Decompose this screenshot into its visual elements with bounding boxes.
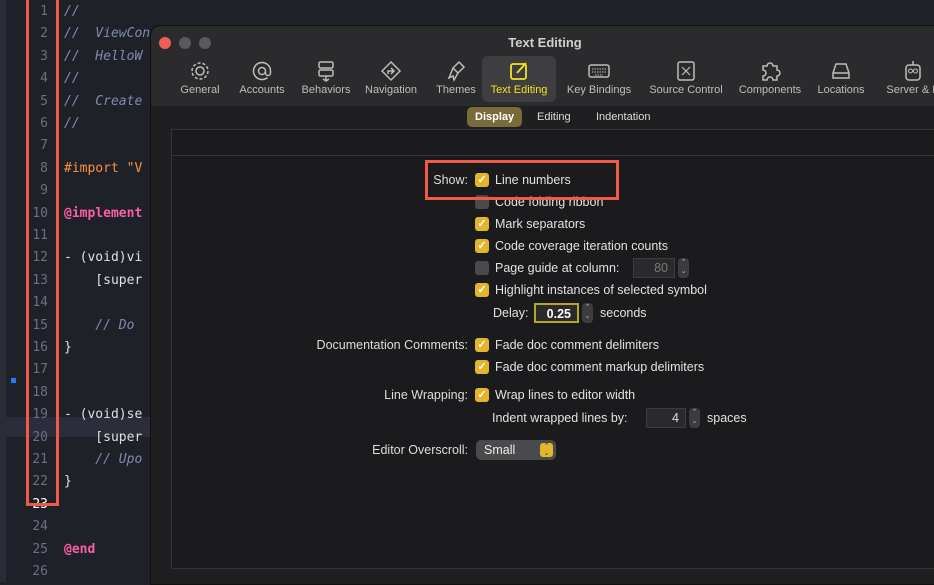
code-line: } [64,474,72,490]
wrap-checkbox[interactable]: ✓ [475,388,489,402]
fade-delims-label: Fade doc comment delimiters [495,338,659,352]
tab-indentation[interactable]: Indentation [588,107,658,127]
toolbar-label: Themes [436,84,476,96]
code-line: // [64,71,80,87]
fade-markup-checkbox[interactable]: ✓ [475,360,489,374]
overscroll-value: Small [484,443,516,457]
toolbar-text-editing[interactable]: Text Editing [482,56,556,102]
code-line: - (void)vi [64,250,143,266]
indent-field[interactable]: 4 [646,408,686,428]
tab-display[interactable]: Display [467,107,523,127]
delay-field[interactable]: 0.25 [534,303,579,323]
toolbar-label: Behaviors [301,84,351,96]
drive-icon [812,60,870,82]
toolbar-general[interactable]: General [171,56,229,102]
toolbar-label: Locations [817,84,865,96]
brush-icon [431,60,481,82]
tab-divider [171,155,934,156]
code-line: // HelloW [64,48,143,64]
toolbar-key-bindings[interactable]: Key Bindings [561,56,637,102]
page-guide-stepper[interactable]: ⌃ ⌄ [678,258,689,278]
page-guide-checkbox[interactable] [475,261,489,275]
toolbar-accounts[interactable]: Accounts [234,56,290,102]
line-numbers-highlight-box [26,0,59,506]
code-line: // [64,116,80,131]
overscroll-popup[interactable]: Small ⌃ ⌄ [476,440,556,460]
wrap-label: Wrap lines to editor width [495,388,636,402]
toolbar-label: Server & B [886,84,934,96]
highlight-label: Highlight instances of selected symbol [495,283,707,297]
toolbar-label: Key Bindings [566,84,632,96]
code-line: // [64,4,80,19]
keyboard-icon [561,60,637,82]
source-control-icon [642,60,730,82]
delay-unit: seconds [600,306,647,320]
code-line: @implement [64,205,143,221]
pencil-square-icon [482,60,556,82]
toolbar-label: Text Editing [490,84,548,96]
toolbar-label: Navigation [365,84,417,96]
code-line: // Upo [64,452,143,467]
line-number: 25 [32,541,48,557]
puzzle-icon [734,60,806,82]
toolbar-locations[interactable]: Locations [812,56,870,102]
highlight-checkbox[interactable]: ✓ [475,283,489,297]
at-icon [234,60,290,82]
indent-stepper[interactable]: ⌃ ⌄ [689,408,700,428]
code-line: // Do [64,317,135,333]
code-line: } [64,340,72,355]
toolbar-label: General [180,84,220,96]
delay-label: Delay: [493,306,529,320]
robot-icon [878,60,934,82]
code-line: // Create [64,93,143,109]
gear-icon [171,60,229,82]
documentation-comments-label: Documentation Comments: [316,338,468,352]
code-line: - (void)se [64,407,143,423]
code-line: #import "V [64,160,143,176]
delay-stepper[interactable]: ⌃ ⌄ [582,303,593,323]
indent-label: Indent wrapped lines by: [492,411,628,425]
mark-separators-label: Mark separators [495,217,586,231]
code-line: [super [64,272,143,288]
toolbar-themes[interactable]: Themes [431,56,481,102]
toolbar-label: Components [738,84,802,96]
page-guide-field[interactable]: 80 [633,258,675,278]
mark-separators-checkbox[interactable]: ✓ [475,217,489,231]
line-wrapping-label: Line Wrapping: [384,388,468,402]
line-number: 26 [32,564,48,579]
fade-delims-checkbox[interactable]: ✓ [475,338,489,352]
code-coverage-label: Code coverage iteration counts [495,239,669,253]
behaviors-icon [296,60,356,82]
code-line: @end [64,541,96,557]
page-guide-label: Page guide at column: [495,261,620,275]
fade-markup-label: Fade doc comment markup delimiters [495,360,705,374]
chevron-up-down-icon: ⌃ ⌄ [540,443,553,457]
show-line-numbers-highlight-box [425,160,619,200]
indent-unit: spaces [707,411,747,425]
change-indicator [11,378,16,383]
toolbar-behaviors[interactable]: Behaviors [296,56,356,102]
toolbar-label: Accounts [239,84,285,96]
editor-overscroll-label: Editor Overscroll: [372,443,468,457]
toolbar-navigation[interactable]: Navigation [360,56,422,102]
toolbar-server-b[interactable]: Server & B [878,56,934,102]
toolbar-source-control[interactable]: Source Control [642,56,730,102]
window-title: Text Editing [508,35,582,50]
toolbar-label: Source Control [649,84,723,96]
navigation-icon [360,60,422,82]
code-line: [super [64,429,143,445]
line-number: 24 [32,519,48,535]
toolbar-components[interactable]: Components [734,56,806,102]
code-coverage-checkbox[interactable]: ✓ [475,239,489,253]
tab-editing[interactable]: Editing [529,107,579,127]
